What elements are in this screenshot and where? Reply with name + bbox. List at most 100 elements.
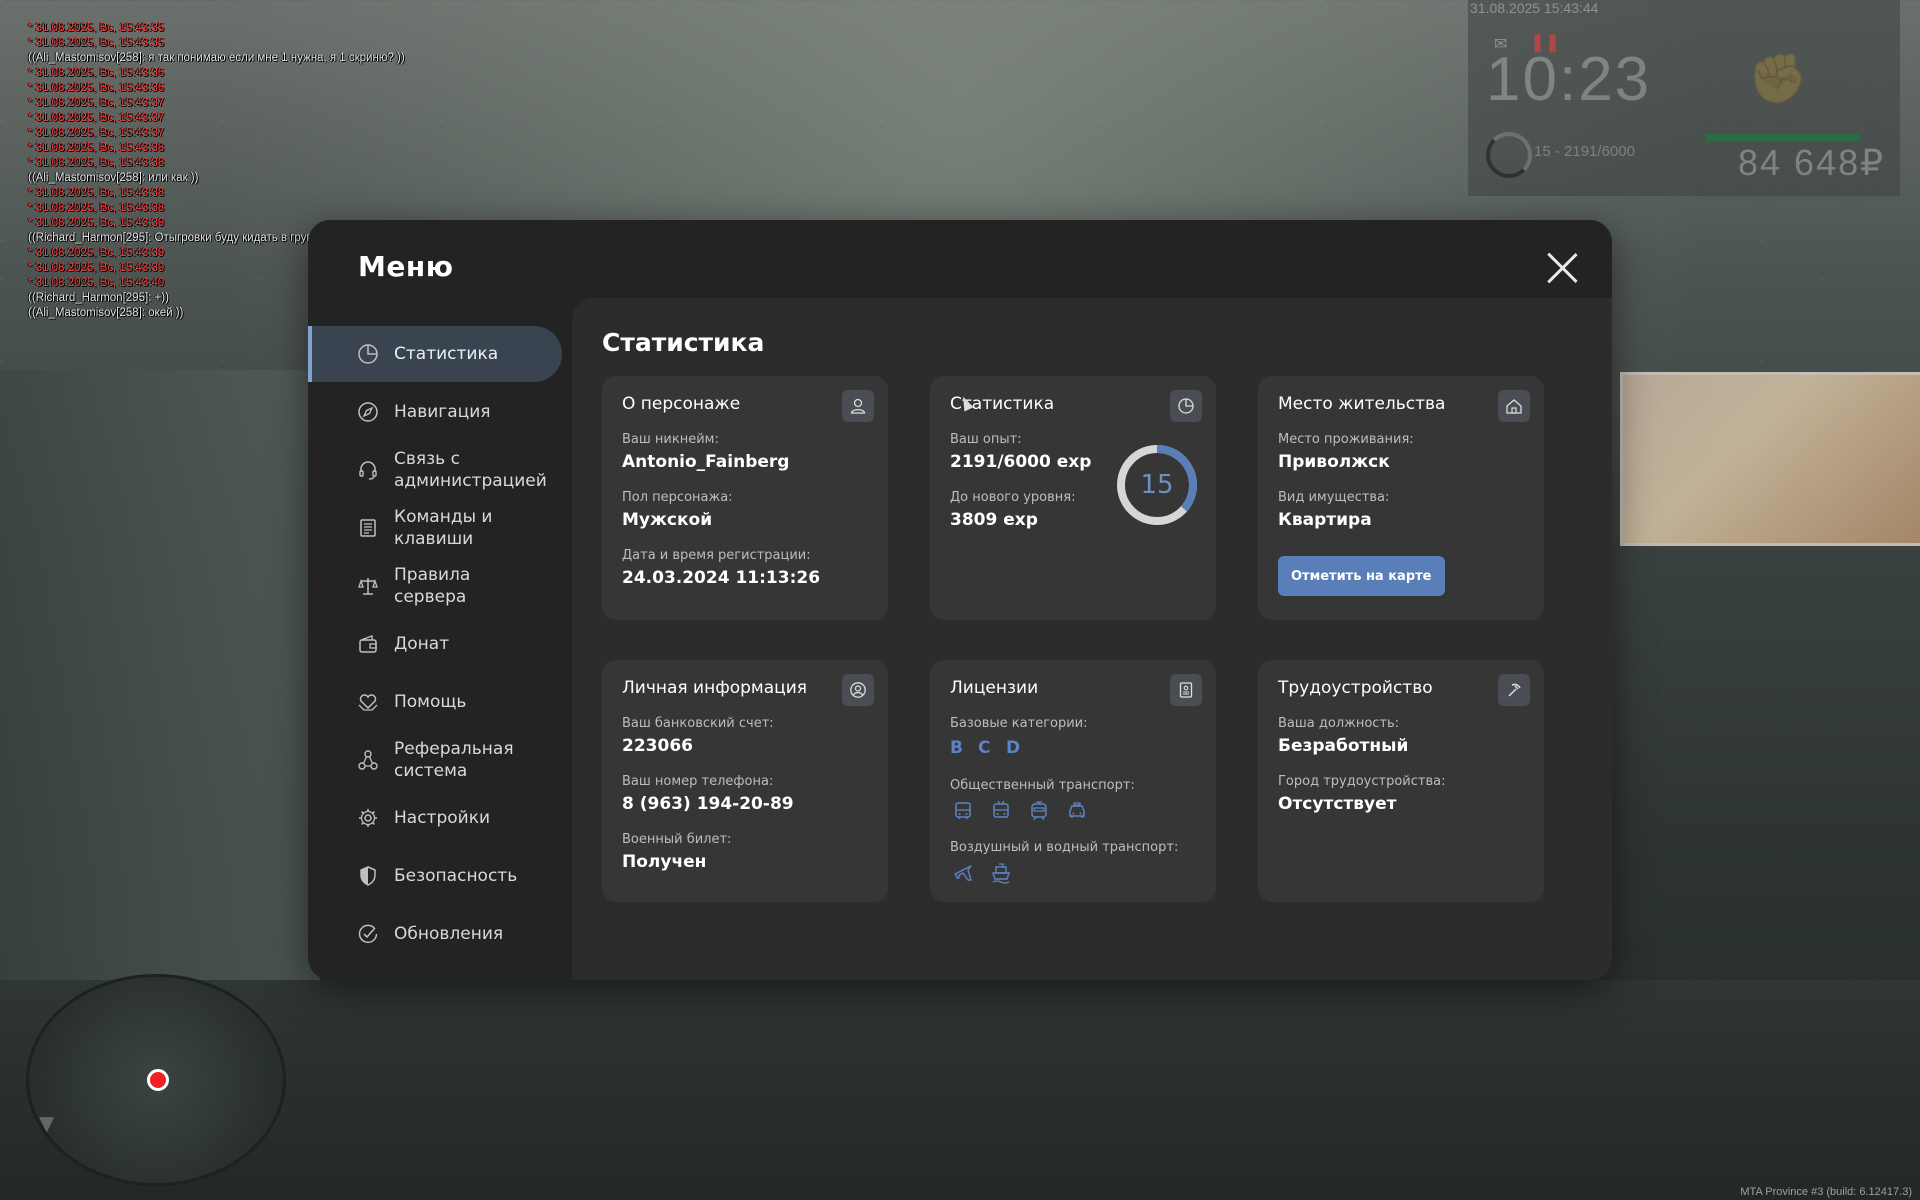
air-water-transport-icons bbox=[950, 860, 1014, 886]
chat-line: * 31.08.2025, Вс, 15:43:35 bbox=[28, 37, 165, 49]
sidebar-item-label: Команды и клавиши bbox=[394, 507, 493, 549]
property-type-value: Квартира bbox=[1278, 510, 1372, 530]
sidebar-item-6[interactable]: Помощь bbox=[308, 674, 562, 730]
card-job: Трудоустройство Ваша должность: Безработ… bbox=[1258, 660, 1544, 902]
card-title: Место жительства bbox=[1278, 394, 1446, 414]
public-transport-icons bbox=[950, 798, 1090, 824]
sidebar-item-label: Связь с администрацией bbox=[394, 449, 547, 491]
sidebar-item-3[interactable]: Команды и клавиши bbox=[308, 500, 562, 556]
place-value: Приволжск bbox=[1278, 452, 1390, 472]
card-stats: Статистика Ваш опыт: 2191/6000 exp До но… bbox=[930, 376, 1216, 620]
reg-label: Дата и время регистрации: bbox=[622, 548, 811, 563]
next-level-label: До нового уровня: bbox=[950, 490, 1076, 505]
sidebar-item-9[interactable]: Безопасность bbox=[308, 848, 562, 904]
bus-icon bbox=[950, 798, 976, 824]
place-label: Место проживания: bbox=[1278, 432, 1414, 447]
north-arrow-icon: ▼ bbox=[39, 1111, 55, 1135]
hud-money: 84 648₽ bbox=[1738, 142, 1886, 183]
gender-value: Мужской bbox=[622, 510, 713, 530]
license-category: B bbox=[950, 738, 963, 758]
job-city-label: Город трудоустройства: bbox=[1278, 774, 1446, 789]
content-panel: Статистика О персонаже Ваш никнейм: Anto… bbox=[572, 298, 1612, 980]
card-personal: Личная информация Ваш банковский счет: 2… bbox=[602, 660, 888, 902]
level-ring-icon bbox=[1486, 132, 1532, 178]
chat-line: * 31.08.2025, Вс, 15:43:37 bbox=[28, 127, 165, 139]
hud-exp: 15 - 2191/6000 bbox=[1534, 143, 1635, 160]
pickaxe-icon bbox=[1498, 674, 1530, 706]
mark-on-map-button[interactable]: Отметить на карте bbox=[1278, 556, 1445, 596]
public-transport-label: Общественный транспорт: bbox=[950, 778, 1135, 793]
sidebar-item-label: Помощь bbox=[394, 692, 467, 712]
sidebar-item-label: Безопасность bbox=[394, 866, 518, 886]
license-category: C bbox=[978, 738, 991, 758]
player-blip-icon bbox=[147, 1069, 169, 1091]
heart-hands-icon bbox=[356, 690, 380, 714]
sidebar-item-label: Донат bbox=[394, 634, 450, 654]
user-icon bbox=[842, 390, 874, 422]
shield-icon bbox=[356, 864, 380, 888]
chat-line: * 31.08.2025, Вс, 15:43:36 bbox=[28, 67, 165, 79]
minimap: ▼ bbox=[26, 974, 286, 1186]
sidebar-item-2[interactable]: Связь с администрацией bbox=[308, 442, 562, 498]
chat-line: ((Ali_Mastomisov[258]: или как )) bbox=[28, 172, 199, 184]
close-button[interactable] bbox=[1546, 252, 1578, 284]
sidebar-item-4[interactable]: Правила сервера bbox=[308, 558, 562, 614]
card-title: Трудоустройство bbox=[1278, 678, 1433, 698]
property-type-label: Вид имущества: bbox=[1278, 490, 1390, 505]
wallet-icon bbox=[356, 632, 380, 656]
headset-icon bbox=[356, 458, 380, 482]
chat-line: ((Ali_Mastomisov[258]: я так понимаю есл… bbox=[28, 52, 405, 64]
ship-icon bbox=[988, 860, 1014, 886]
sidebar-item-label: Настройки bbox=[394, 808, 491, 828]
pie-chart-icon bbox=[1170, 390, 1202, 422]
user-circle-icon bbox=[842, 674, 874, 706]
menu-window: Меню Статистика Навигация Связь с админист… bbox=[308, 220, 1612, 980]
build-info: MTA Province #3 (build: 6.12417.3) bbox=[1740, 1186, 1912, 1198]
health-bar bbox=[1706, 134, 1859, 141]
taxi-icon bbox=[1064, 798, 1090, 824]
sidebar-item-8[interactable]: Настройки bbox=[308, 790, 562, 846]
sidebar-item-1[interactable]: Навигация bbox=[308, 384, 562, 440]
tram-icon bbox=[1026, 798, 1052, 824]
sidebar-item-5[interactable]: Донат bbox=[308, 616, 562, 672]
background-wall bbox=[0, 370, 320, 990]
basic-categories-label: Базовые категории: bbox=[950, 716, 1088, 731]
house-icon bbox=[1498, 390, 1530, 422]
menu-title: Меню bbox=[358, 250, 454, 283]
content-title: Статистика bbox=[602, 328, 765, 357]
background-poster bbox=[1620, 372, 1920, 546]
position-label: Ваша должность: bbox=[1278, 716, 1400, 731]
sidebar-item-7[interactable]: Реферальная система bbox=[308, 732, 562, 788]
fist-icon: ✊ bbox=[1748, 51, 1808, 107]
sidebar-item-label: Обновления bbox=[394, 924, 504, 944]
sidebar-item-0[interactable]: Статистика bbox=[308, 326, 562, 382]
next-level-value: 3809 exp bbox=[950, 510, 1038, 530]
compass-icon bbox=[356, 400, 380, 424]
chat-line: * 31.08.2025, Вс, 15:43:37 bbox=[28, 97, 165, 109]
card-title: Личная информация bbox=[622, 678, 808, 698]
hud-datetime: 31.08.2025 15:43:44 bbox=[1470, 0, 1599, 16]
chat-line: * 31.08.2025, Вс, 15:43:38 bbox=[28, 187, 165, 199]
license-card-icon bbox=[1170, 674, 1202, 706]
document-icon bbox=[356, 516, 380, 540]
pie-chart-icon bbox=[356, 342, 380, 366]
chat-line: * 31.08.2025, Вс, 15:43:36 bbox=[28, 82, 165, 94]
sidebar-item-label: Правила сервера bbox=[394, 565, 471, 607]
gear-icon bbox=[356, 806, 380, 830]
sidebar-item-10[interactable]: Обновления bbox=[308, 906, 562, 962]
bank-label: Ваш банковский счет: bbox=[622, 716, 774, 731]
level-number: 15 bbox=[1140, 470, 1174, 500]
chat-line: * 31.08.2025, Вс, 15:43:38 bbox=[28, 202, 165, 214]
card-licenses: Лицензии Базовые категории: BCD Обществе… bbox=[930, 660, 1216, 902]
gender-label: Пол персонажа: bbox=[622, 490, 733, 505]
card-residence: Место жительства Место проживания: Приво… bbox=[1258, 376, 1544, 620]
exp-value: 2191/6000 exp bbox=[950, 452, 1092, 472]
chat-line: * 31.08.2025, Вс, 15:43:38 bbox=[28, 142, 165, 154]
reg-value: 24.03.2024 11:13:26 bbox=[622, 568, 821, 588]
chat-line: * 31.08.2025, Вс, 15:43:35 bbox=[28, 22, 165, 34]
network-icon bbox=[356, 748, 380, 772]
license-category: D bbox=[1006, 738, 1021, 758]
nick-label: Ваш никнейм: bbox=[622, 432, 719, 447]
trolleybus-icon bbox=[988, 798, 1014, 824]
air-water-transport-label: Воздушный и водный транспорт: bbox=[950, 840, 1179, 855]
